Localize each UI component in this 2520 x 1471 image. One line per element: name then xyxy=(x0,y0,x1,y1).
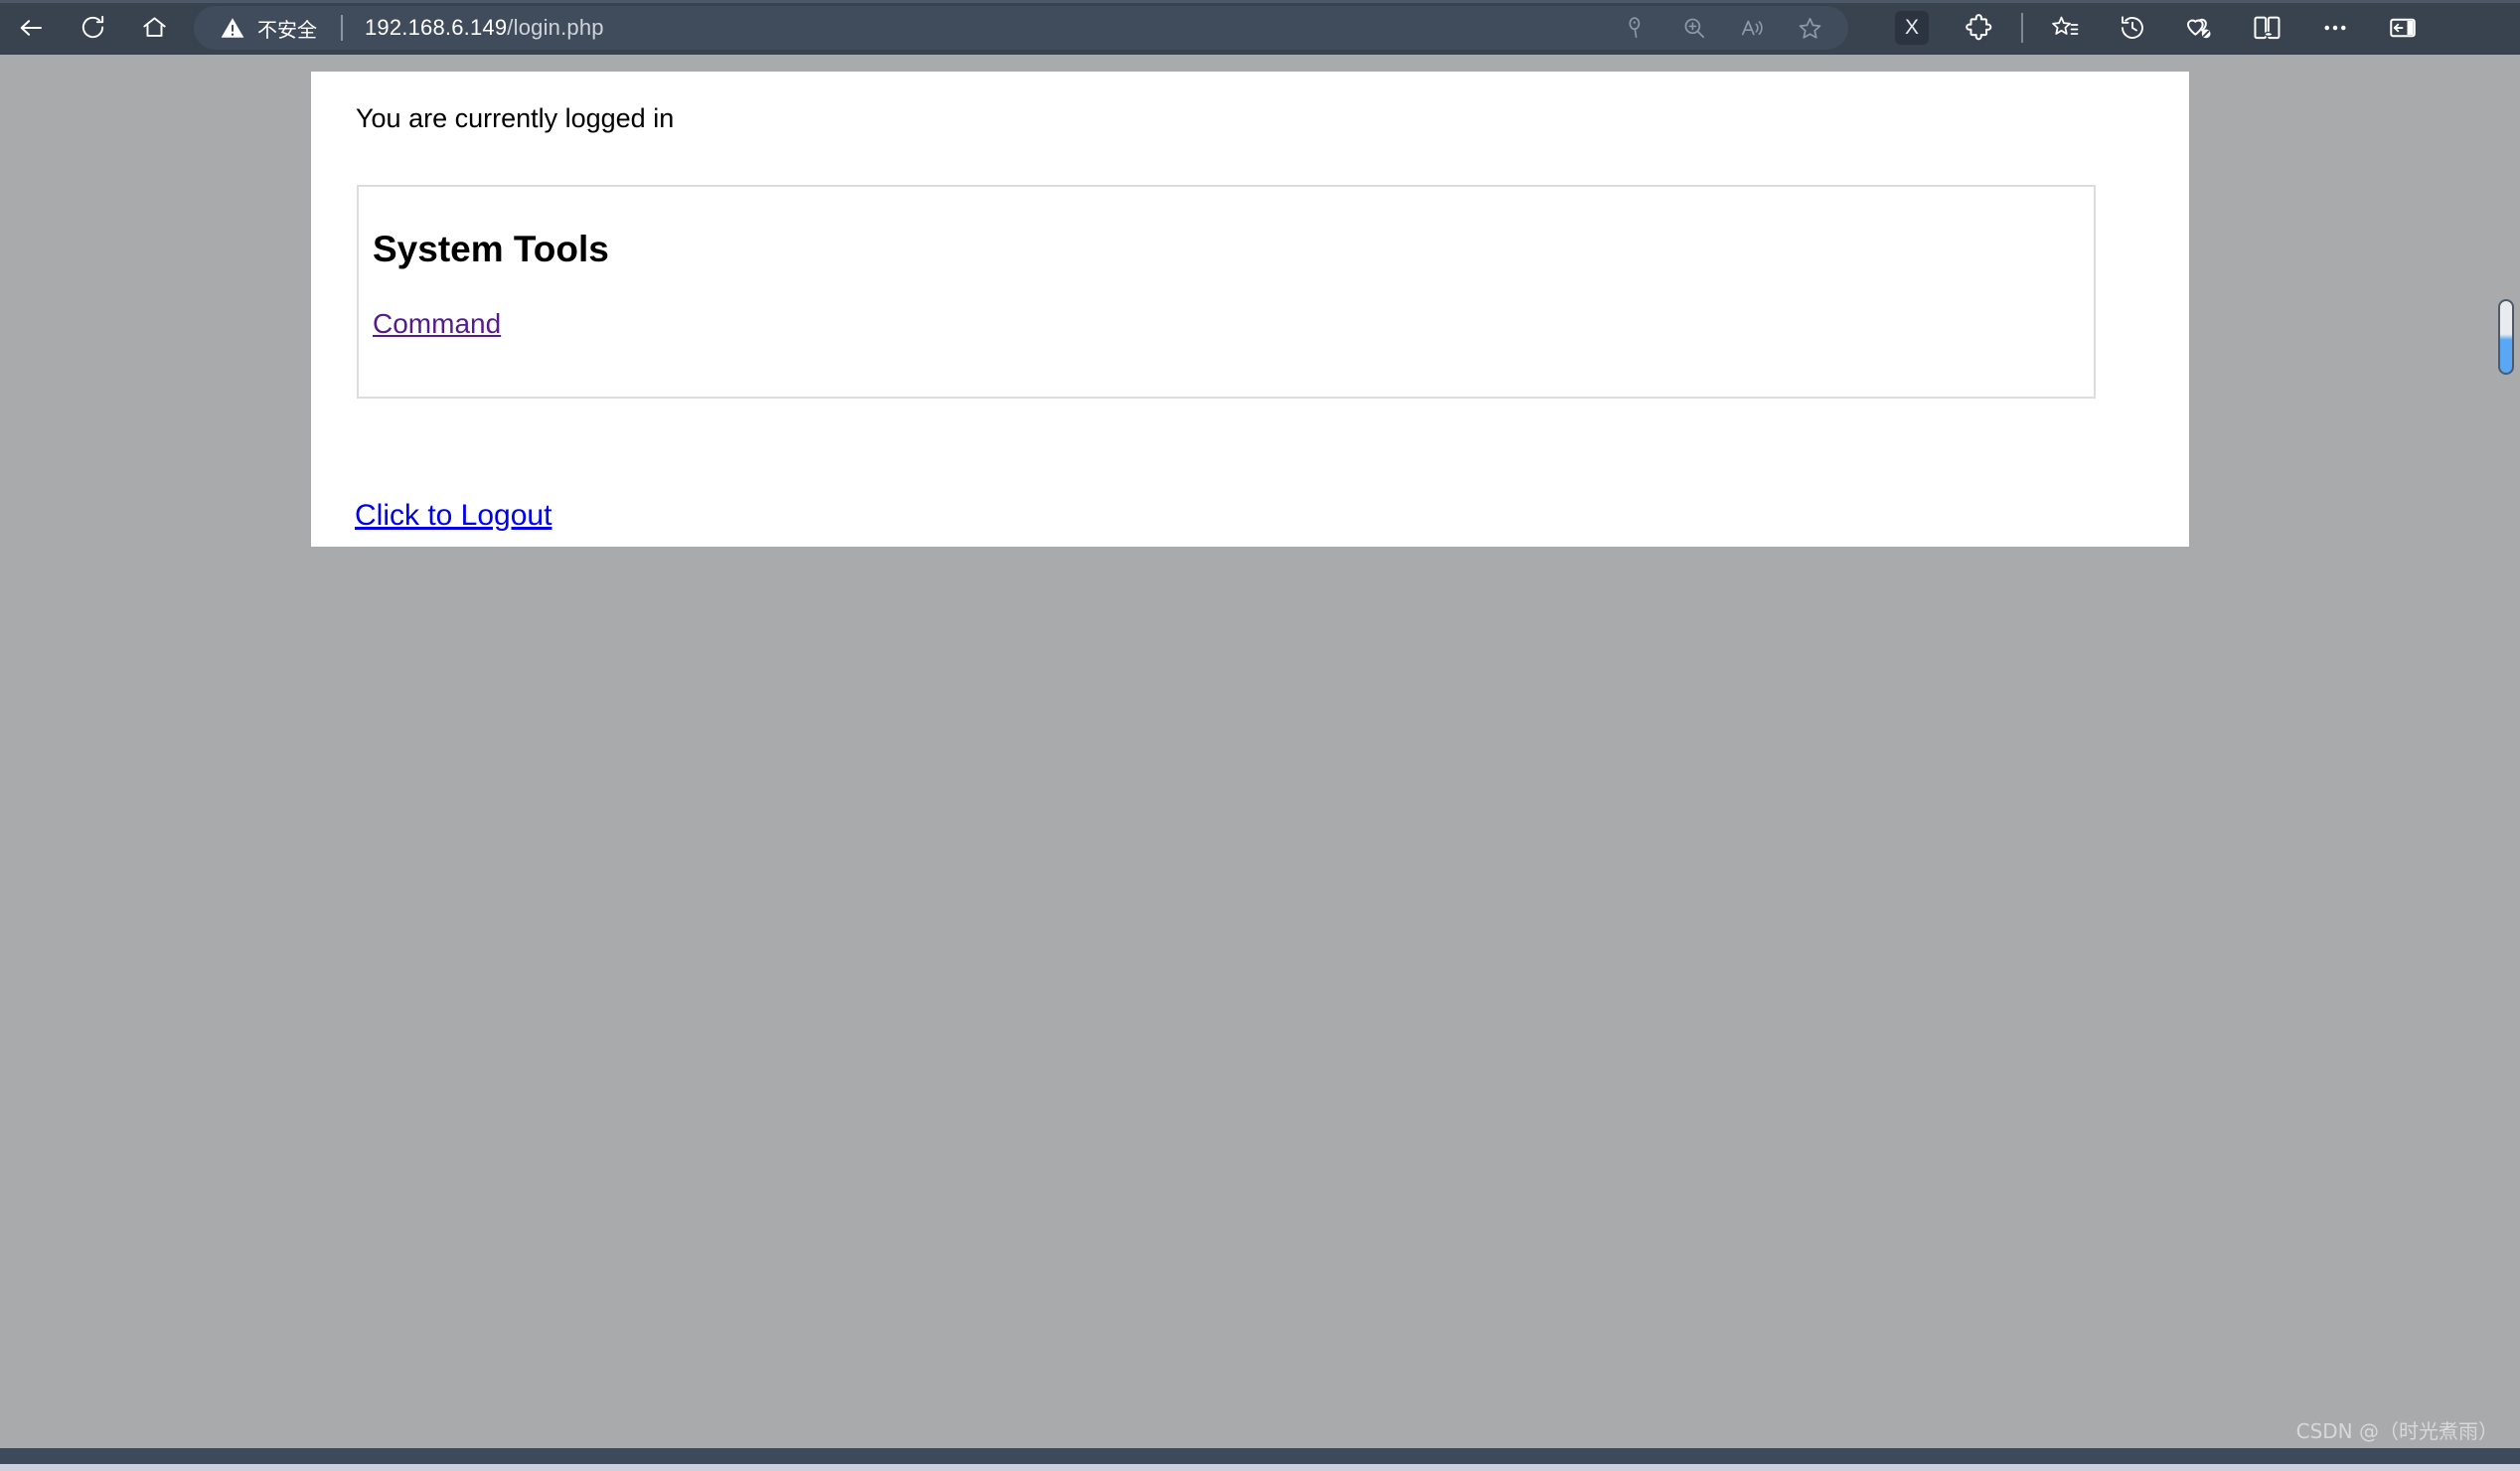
page-content-card: You are currently logged in System Tools… xyxy=(311,72,2189,547)
security-status[interactable]: 不安全 xyxy=(220,14,317,43)
address-bar-actions xyxy=(1608,6,1838,50)
address-divider xyxy=(341,15,343,41)
favorites-list-icon[interactable] xyxy=(2031,0,2099,55)
ellipsis-glyph xyxy=(2324,25,2346,30)
login-status-text: You are currently logged in xyxy=(356,103,675,133)
browser-essentials-icon[interactable] xyxy=(2166,0,2234,55)
url-text[interactable]: 192.168.6.149/login.php xyxy=(365,15,604,41)
refresh-icon xyxy=(81,15,103,39)
toolbar-right-group: X xyxy=(1878,0,2437,55)
browser-toolbar: 不安全 192.168.6.149/login.php X xyxy=(0,0,2520,55)
x-badge-box: X xyxy=(1895,10,1929,45)
x-extension-badge[interactable]: X xyxy=(1878,0,1946,55)
settings-more-icon[interactable] xyxy=(2301,0,2369,55)
favorite-star-icon[interactable] xyxy=(1781,6,1838,50)
bottom-dark-bar xyxy=(0,1448,2520,1464)
page-viewport: You are currently logged in System Tools… xyxy=(0,55,2520,1448)
url-host: 192.168.6.149 xyxy=(365,15,508,40)
star-list-glyph xyxy=(2052,16,2079,35)
star-outline-glyph xyxy=(1799,17,1820,39)
address-bar[interactable]: 不安全 192.168.6.149/login.php xyxy=(194,6,1848,50)
toolbar-separator xyxy=(2021,12,2023,43)
home-icon xyxy=(142,17,166,37)
heartbeat-glyph xyxy=(2187,18,2211,38)
sidebar-panel-icon[interactable] xyxy=(2369,0,2437,55)
magnifier-plus-glyph xyxy=(1684,18,1705,39)
csdn-watermark: CSDN @（时光煮雨） xyxy=(2295,1419,2498,1443)
system-tools-panel: System Tools Command xyxy=(357,185,2096,399)
logout-link[interactable]: Click to Logout xyxy=(355,499,551,533)
read-aloud-icon[interactable] xyxy=(1723,6,1781,50)
password-key-icon[interactable] xyxy=(1608,6,1665,50)
command-link[interactable]: Command xyxy=(373,308,501,340)
split-screen-icon[interactable] xyxy=(2234,0,2301,55)
history-glyph xyxy=(2122,15,2143,39)
home-button[interactable] xyxy=(123,5,185,51)
x-badge-label: X xyxy=(1904,15,1919,39)
security-label: 不安全 xyxy=(257,17,317,42)
history-clock-icon[interactable] xyxy=(2099,0,2166,55)
right-edge-scroll-pill[interactable] xyxy=(2498,299,2514,375)
system-tools-title: System Tools xyxy=(373,229,609,269)
refresh-button[interactable] xyxy=(62,5,123,51)
puzzle-piece-glyph xyxy=(1966,13,1992,40)
puzzle-extensions-icon[interactable] xyxy=(1946,0,2013,55)
sidebar-glyph xyxy=(2390,18,2416,37)
url-path: /login.php xyxy=(507,15,604,40)
zoom-in-icon[interactable] xyxy=(1665,6,1723,50)
back-button[interactable] xyxy=(0,5,62,51)
browser-window: 不安全 192.168.6.149/login.php X You are cu… xyxy=(0,0,2520,1471)
read-aloud-glyph xyxy=(1741,20,1763,36)
warning-triangle-icon xyxy=(221,18,244,38)
back-arrow-icon xyxy=(20,19,42,36)
key-glyph xyxy=(1629,17,1641,39)
bottom-light-strip xyxy=(0,1464,2520,1471)
split-screen-glyph xyxy=(2254,16,2281,39)
